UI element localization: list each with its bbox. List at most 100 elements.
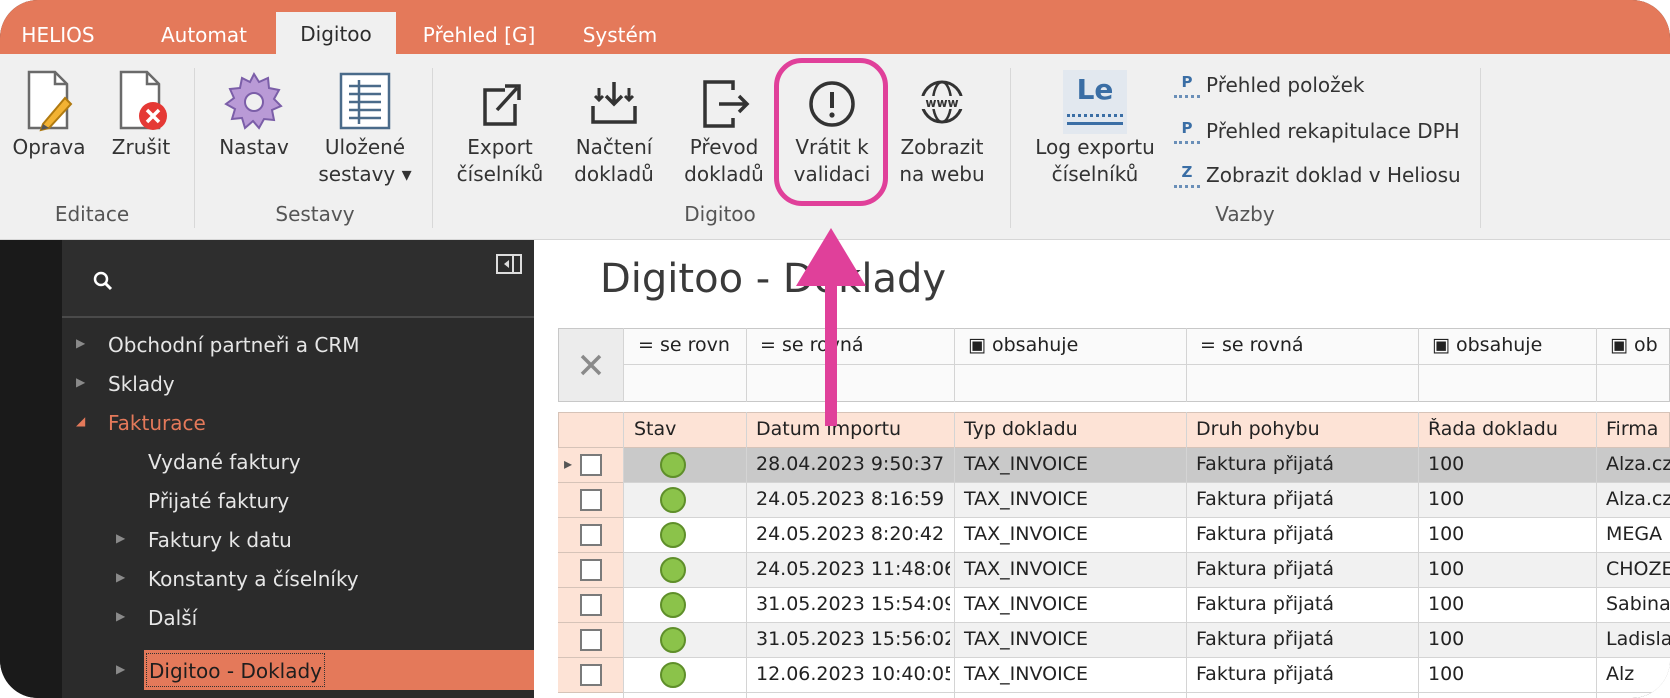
cell-rada: 100 <box>1428 558 1465 580</box>
vratit-k-validaci-button[interactable]: Vrátit k validaci <box>784 76 880 188</box>
expand-arrow-icon[interactable]: ▶ <box>76 336 85 350</box>
filter-operator-firma[interactable]: ▣ ob <box>1604 334 1670 356</box>
prevod-dokladu-button[interactable]: Převod dokladů <box>676 76 772 188</box>
gear-icon <box>224 71 283 130</box>
filter-operator-druh[interactable]: = se rovná <box>1194 334 1404 356</box>
collapse-arrow-icon[interactable]: ◢ <box>76 414 85 428</box>
sidebar-item-dalsi[interactable]: Další <box>148 601 197 635</box>
filter-operator-typ[interactable]: ▣ obsahuje <box>962 334 1172 356</box>
row-checkbox[interactable] <box>580 594 602 616</box>
grid-line <box>1186 412 1187 698</box>
expand-arrow-icon[interactable]: ▶ <box>116 662 125 676</box>
prehled-polozek-label: Přehled položek <box>1206 73 1365 97</box>
tab-helios[interactable]: HELIOS <box>6 16 110 54</box>
column-header-druh[interactable]: Druh pohybu <box>1190 418 1410 440</box>
grid-line <box>1596 328 1597 402</box>
svg-text:www: www <box>925 96 958 110</box>
zrusit-label: Zrušit <box>111 135 171 159</box>
import-documents-icon <box>591 82 637 124</box>
zobrazit-doklad-v-heliosu-button[interactable]: Z Zobrazit doklad v Heliosu <box>1174 160 1461 190</box>
cell-typ: TAX_INVOICE <box>964 558 1088 580</box>
cell-rada: 100 <box>1428 663 1465 685</box>
zobrazit-na-webu-button[interactable]: www Zobrazit na webu <box>892 76 992 188</box>
grid-line <box>623 328 624 402</box>
expand-arrow-icon[interactable]: ▶ <box>116 570 125 584</box>
status-ok-icon <box>660 557 686 583</box>
sidebar-item-digitoo-doklady[interactable]: Digitoo - Doklady <box>146 653 326 687</box>
log-exportu-button[interactable]: Le Log exportu číselníků <box>1030 70 1160 188</box>
column-header-firma[interactable]: Firma <box>1600 418 1670 440</box>
cell-datum: 31.05.2023 15:54:09 <box>756 593 950 615</box>
sidebar-item-sklady[interactable]: Sklady <box>108 367 175 401</box>
expand-arrow-icon[interactable]: ▶ <box>116 531 125 545</box>
tab-prehled-g[interactable]: Přehled [G] <box>412 16 546 54</box>
cell-firma: Alz <box>1606 663 1635 685</box>
cell-datum: 24.05.2023 11:48:06 <box>756 558 950 580</box>
sidebar-item-faktury-k-datu[interactable]: Faktury k datu <box>148 523 292 557</box>
row-checkbox[interactable] <box>580 559 602 581</box>
grid-line <box>746 328 747 402</box>
grid-line <box>623 364 1670 365</box>
log-export-icon: Le <box>1063 70 1127 134</box>
sidebar-item-obchodni-partneri[interactable]: Obchodní partneři a CRM <box>108 328 360 362</box>
cell-typ: TAX_INVOICE <box>964 593 1088 615</box>
sidebar-item-konstanty[interactable]: Konstanty a číselníky <box>148 562 359 596</box>
clear-filter-button[interactable] <box>559 329 623 401</box>
grid-line <box>1418 328 1419 402</box>
saved-reports-icon <box>339 72 391 130</box>
filter-operator-rada[interactable]: ▣ obsahuje <box>1426 334 1586 356</box>
ulozene-sestavy-button[interactable]: Uložené sestavy ▾ <box>310 68 420 188</box>
tab-digitoo[interactable]: Digitoo <box>276 12 396 54</box>
sidebar-search-bar[interactable] <box>62 240 534 318</box>
zrusit-button[interactable]: Zrušit <box>100 68 182 161</box>
row-checkbox[interactable] <box>580 629 602 651</box>
oprava-label: Oprava <box>12 135 86 159</box>
row-checkbox[interactable] <box>580 524 602 546</box>
filter-operator-stav[interactable]: = se rovn <box>632 334 738 356</box>
status-ok-icon <box>660 522 686 548</box>
expand-arrow-icon[interactable]: ▶ <box>76 375 85 389</box>
nacteni-dokladu-button[interactable]: Načtení dokladů <box>566 76 662 188</box>
helios-window: HELIOS Automat Digitoo Přehled [G] Systé… <box>0 0 1670 698</box>
row-checkbox[interactable] <box>580 489 602 511</box>
cell-datum: 24.05.2023 8:20:42 <box>756 523 945 545</box>
sidebar-item-vydane-faktury[interactable]: Vydané faktury <box>148 445 301 479</box>
prehled-rekapitulace-dph-button[interactable]: P Přehled rekapitulace DPH <box>1174 116 1460 146</box>
collapse-panel-icon[interactable] <box>496 254 522 274</box>
row-checkbox[interactable] <box>580 664 602 686</box>
nastav-button[interactable]: Nastav <box>208 68 300 161</box>
expand-arrow-icon[interactable]: ▶ <box>116 609 125 623</box>
column-header-typ[interactable]: Typ dokladu <box>958 418 1178 440</box>
prehled-rekapitulace-dph-label: Přehled rekapitulace DPH <box>1206 119 1460 143</box>
log-exportu-label: Log exportu číselníků <box>1035 135 1155 186</box>
cell-datum: 24.05.2023 8:16:59 <box>756 488 945 510</box>
cell-firma: Alza.cz <box>1606 453 1670 475</box>
sidebar-item-prijate-faktury[interactable]: Přijaté faktury <box>148 484 289 518</box>
nastav-label: Nastav <box>219 135 289 159</box>
report-p-icon: P <box>1174 72 1200 98</box>
row-checkbox[interactable] <box>580 454 602 476</box>
column-header-stav[interactable]: Stav <box>628 418 738 440</box>
export-ciselniku-button[interactable]: Export číselníků <box>452 76 548 188</box>
prehled-polozek-button[interactable]: P Přehled položek <box>1174 70 1365 100</box>
tab-automat[interactable]: Automat <box>144 16 264 54</box>
column-header-rada[interactable]: Řada dokladu <box>1422 418 1592 440</box>
report-z-icon: Z <box>1174 162 1200 188</box>
group-editace: Editace <box>54 202 130 226</box>
oprava-button[interactable]: Oprava <box>8 68 90 161</box>
group-digitoo: Digitoo <box>684 202 756 226</box>
cell-firma: MEGA <box>1606 523 1663 545</box>
ribbon-separator <box>1010 68 1011 228</box>
cell-datum: 31.05.2023 15:56:02 <box>756 628 950 650</box>
cell-firma: Alza.cz <box>1606 488 1670 510</box>
search-icon <box>93 271 113 291</box>
transfer-documents-icon <box>703 80 750 128</box>
sidebar-item-fakturace[interactable]: Fakturace <box>108 406 206 440</box>
group-sestavy: Sestavy <box>275 202 355 226</box>
tab-system[interactable]: Systém <box>570 16 670 54</box>
nacteni-dokladu-label: Načtení dokladů <box>574 135 654 186</box>
ribbon-separator <box>1480 68 1481 228</box>
cell-druh: Faktura přijatá <box>1196 558 1334 580</box>
exclamation-circle-icon <box>809 81 855 127</box>
globe-www-icon: www <box>919 80 965 124</box>
